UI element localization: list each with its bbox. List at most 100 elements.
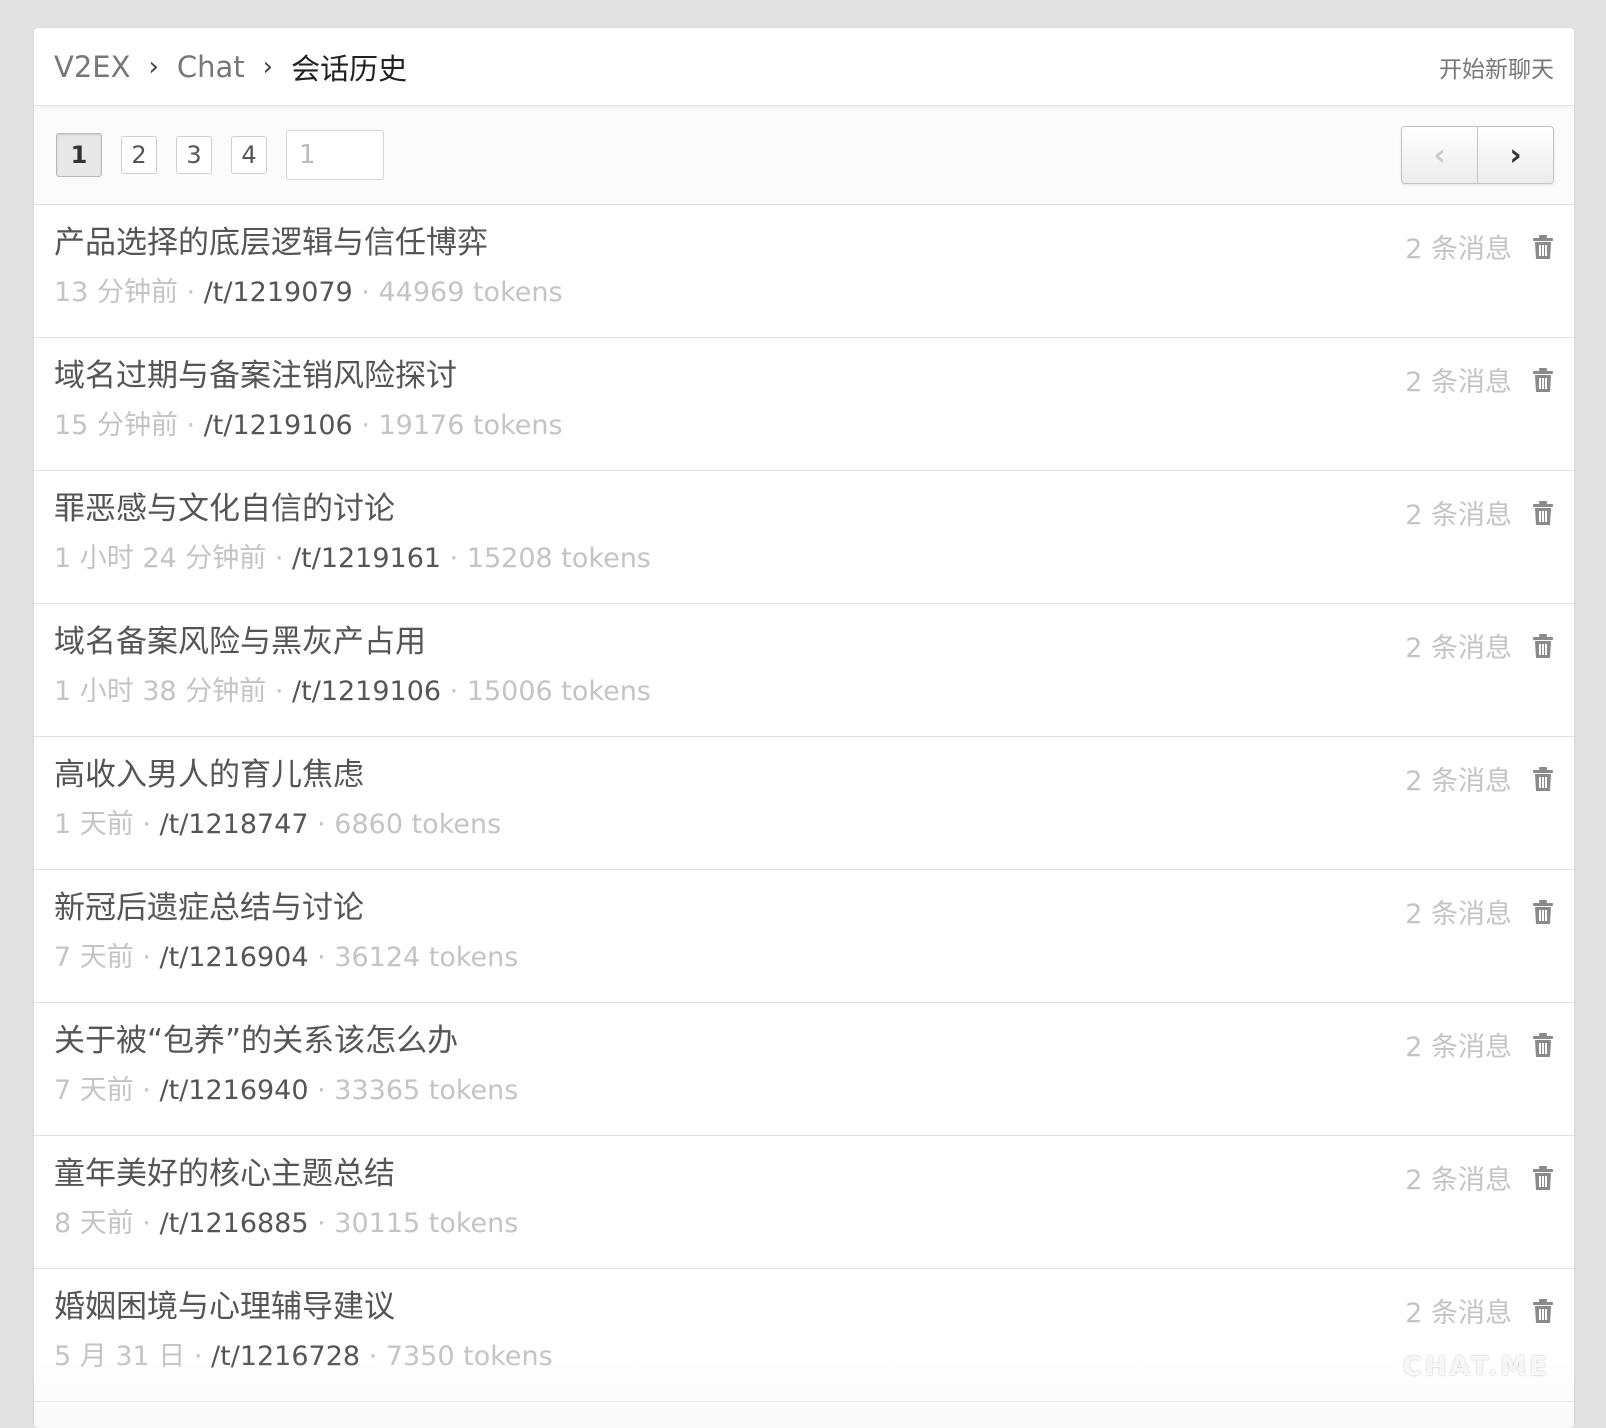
conversation-topic-link[interactable]: /t/1216728: [211, 1341, 360, 1372]
conversation-actions: 2 条消息: [1405, 1158, 1554, 1197]
conversation-meta: 7 天前 · /t/1216904 · 36124 tokens: [54, 938, 1554, 978]
conversation-title[interactable]: 新冠后遗症总结与讨论: [54, 886, 1554, 930]
new-chat-link[interactable]: 开始新聊天: [1439, 50, 1554, 84]
meta-separator: ·: [308, 942, 335, 973]
conversation-title[interactable]: 高收入男人的育儿焦虑: [54, 753, 1554, 797]
conversation-topic-link[interactable]: /t/1216885: [160, 1208, 309, 1239]
next-page-button[interactable]: ›: [1478, 127, 1553, 183]
meta-separator: ·: [133, 809, 160, 840]
trash-icon[interactable]: [1532, 766, 1554, 792]
conversation-meta: 13 分钟前 · /t/1219079 · 44969 tokens: [54, 273, 1554, 313]
conversation-row[interactable]: 高收入男人的育儿焦虑 1 天前 · /t/1218747 · 6860 token…: [34, 737, 1574, 870]
meta-separator: ·: [352, 277, 379, 308]
delete-button[interactable]: [1532, 1165, 1554, 1191]
conversation-tokens: 30115 tokens: [334, 1208, 519, 1239]
conversation-tokens: 19176 tokens: [378, 410, 563, 441]
delete-button[interactable]: [1532, 633, 1554, 659]
conversation-tokens: 33365 tokens: [334, 1075, 519, 1106]
conversation-title[interactable]: 婚姻困境与心理辅导建议: [54, 1285, 1554, 1329]
conversation-list: 产品选择的底层逻辑与信任博弈 13 分钟前 · /t/1219079 · 4496…: [34, 205, 1574, 1402]
delete-button[interactable]: [1532, 1032, 1554, 1058]
conversation-row[interactable]: 童年美好的核心主题总结 8 天前 · /t/1216885 · 30115 tok…: [34, 1136, 1574, 1269]
conversation-tokens: 6860 tokens: [334, 809, 502, 840]
page-2-button[interactable]: 2: [121, 136, 157, 174]
page-list: 1 2 3 4: [56, 130, 384, 180]
conversation-row[interactable]: 罪恶感与文化自信的讨论 1 小时 24 分钟前 · /t/1219161 · 15…: [34, 471, 1574, 604]
conversation-actions: 2 条消息: [1405, 227, 1554, 266]
conversation-title[interactable]: 罪恶感与文化自信的讨论: [54, 487, 1554, 531]
conversation-time: 7 天前: [54, 942, 134, 973]
conversation-meta: 1 小时 24 分钟前 · /t/1219161 · 15208 tokens: [54, 539, 1554, 579]
message-count: 2 条消息: [1405, 766, 1512, 797]
meta-separator: ·: [133, 1075, 160, 1106]
delete-button[interactable]: [1532, 500, 1554, 526]
conversation-row[interactable]: 产品选择的底层逻辑与信任博弈 13 分钟前 · /t/1219079 · 4496…: [34, 205, 1574, 338]
conversation-tokens: 15208 tokens: [466, 543, 651, 574]
conversation-title[interactable]: 域名过期与备案注销风险探讨: [54, 354, 1554, 398]
page-jump-input[interactable]: [286, 130, 384, 180]
meta-separator: ·: [177, 277, 204, 308]
message-count: 2 条消息: [1405, 1165, 1512, 1196]
conversation-topic-link[interactable]: /t/1216940: [160, 1075, 309, 1106]
delete-button[interactable]: [1532, 1298, 1554, 1324]
conversation-actions: 2 条消息: [1405, 892, 1554, 931]
message-count: 2 条消息: [1405, 1298, 1512, 1329]
page-3-button[interactable]: 3: [176, 136, 212, 174]
trash-icon[interactable]: [1532, 1298, 1554, 1324]
conversation-meta: 1 天前 · /t/1218747 · 6860 tokens: [54, 805, 1554, 845]
conversation-time: 7 天前: [54, 1075, 134, 1106]
page-title: 会话历史: [291, 51, 408, 86]
conversation-title[interactable]: 域名备案风险与黑灰产占用: [54, 620, 1554, 664]
conversation-row[interactable]: 域名备案风险与黑灰产占用 1 小时 38 分钟前 · /t/1219106 · 1…: [34, 604, 1574, 737]
delete-button[interactable]: [1532, 766, 1554, 792]
conversation-topic-link[interactable]: /t/1216904: [160, 942, 309, 973]
delete-button[interactable]: [1532, 367, 1554, 393]
meta-separator: ·: [266, 676, 293, 707]
conversation-row[interactable]: 新冠后遗症总结与讨论 7 天前 · /t/1216904 · 36124 toke…: [34, 870, 1574, 1003]
conversation-actions: 2 条消息: [1405, 1025, 1554, 1064]
conversation-time: 13 分钟前: [54, 277, 178, 308]
trash-icon[interactable]: [1532, 367, 1554, 393]
conversation-topic-link[interactable]: /t/1219106: [204, 410, 353, 441]
conversation-time: 1 小时 38 分钟前: [54, 676, 267, 707]
breadcrumb-site-link[interactable]: V2EX: [54, 50, 130, 84]
breadcrumb-separator: ›: [148, 51, 159, 82]
conversation-topic-link[interactable]: /t/1218747: [160, 809, 309, 840]
meta-separator: ·: [308, 1075, 335, 1106]
conversation-topic-link[interactable]: /t/1219106: [292, 676, 441, 707]
meta-separator: ·: [308, 1208, 335, 1239]
conversation-time: 1 天前: [54, 809, 134, 840]
meta-separator: ·: [185, 1341, 212, 1372]
conversation-title[interactable]: 童年美好的核心主题总结: [54, 1152, 1554, 1196]
breadcrumb-separator: ›: [262, 51, 274, 82]
chat-history-card: V2EX › Chat › 会话历史 开始新聊天 1 2 3 4 ‹ › 产品选…: [34, 28, 1574, 1428]
conversation-topic-link[interactable]: /t/1219079: [204, 277, 353, 308]
trash-icon[interactable]: [1532, 1165, 1554, 1191]
trash-icon[interactable]: [1532, 899, 1554, 925]
conversation-actions: 2 条消息: [1405, 626, 1554, 665]
breadcrumb-section-link[interactable]: Chat: [177, 50, 245, 84]
breadcrumb: V2EX › Chat › 会话历史: [54, 46, 407, 88]
conversation-time: 15 分钟前: [54, 410, 178, 441]
conversation-title[interactable]: 产品选择的底层逻辑与信任博弈: [54, 221, 1554, 265]
conversation-tokens: 15006 tokens: [466, 676, 651, 707]
trash-icon[interactable]: [1532, 500, 1554, 526]
prev-page-button[interactable]: ‹: [1402, 127, 1478, 183]
conversation-meta: 5 月 31 日 · /t/1216728 · 7350 tokens: [54, 1337, 1554, 1377]
trash-icon[interactable]: [1532, 633, 1554, 659]
trash-icon[interactable]: [1532, 234, 1554, 260]
conversation-topic-link[interactable]: /t/1219161: [292, 543, 441, 574]
pagination-bar: 1 2 3 4 ‹ ›: [34, 106, 1574, 205]
conversation-row[interactable]: 域名过期与备案注销风险探讨 15 分钟前 · /t/1219106 · 19176…: [34, 338, 1574, 471]
conversation-actions: 2 条消息: [1405, 360, 1554, 399]
meta-separator: ·: [133, 1208, 160, 1239]
delete-button[interactable]: [1532, 234, 1554, 260]
delete-button[interactable]: [1532, 899, 1554, 925]
conversation-row[interactable]: 关于被“包养”的关系该怎么办 7 天前 · /t/1216940 · 33365 …: [34, 1003, 1574, 1136]
page-1-button[interactable]: 1: [56, 133, 102, 177]
conversation-row[interactable]: 婚姻困境与心理辅导建议 5 月 31 日 · /t/1216728 · 7350 …: [34, 1269, 1574, 1402]
meta-separator: ·: [266, 543, 293, 574]
conversation-title[interactable]: 关于被“包养”的关系该怎么办: [54, 1019, 1554, 1063]
trash-icon[interactable]: [1532, 1032, 1554, 1058]
page-4-button[interactable]: 4: [231, 136, 267, 174]
